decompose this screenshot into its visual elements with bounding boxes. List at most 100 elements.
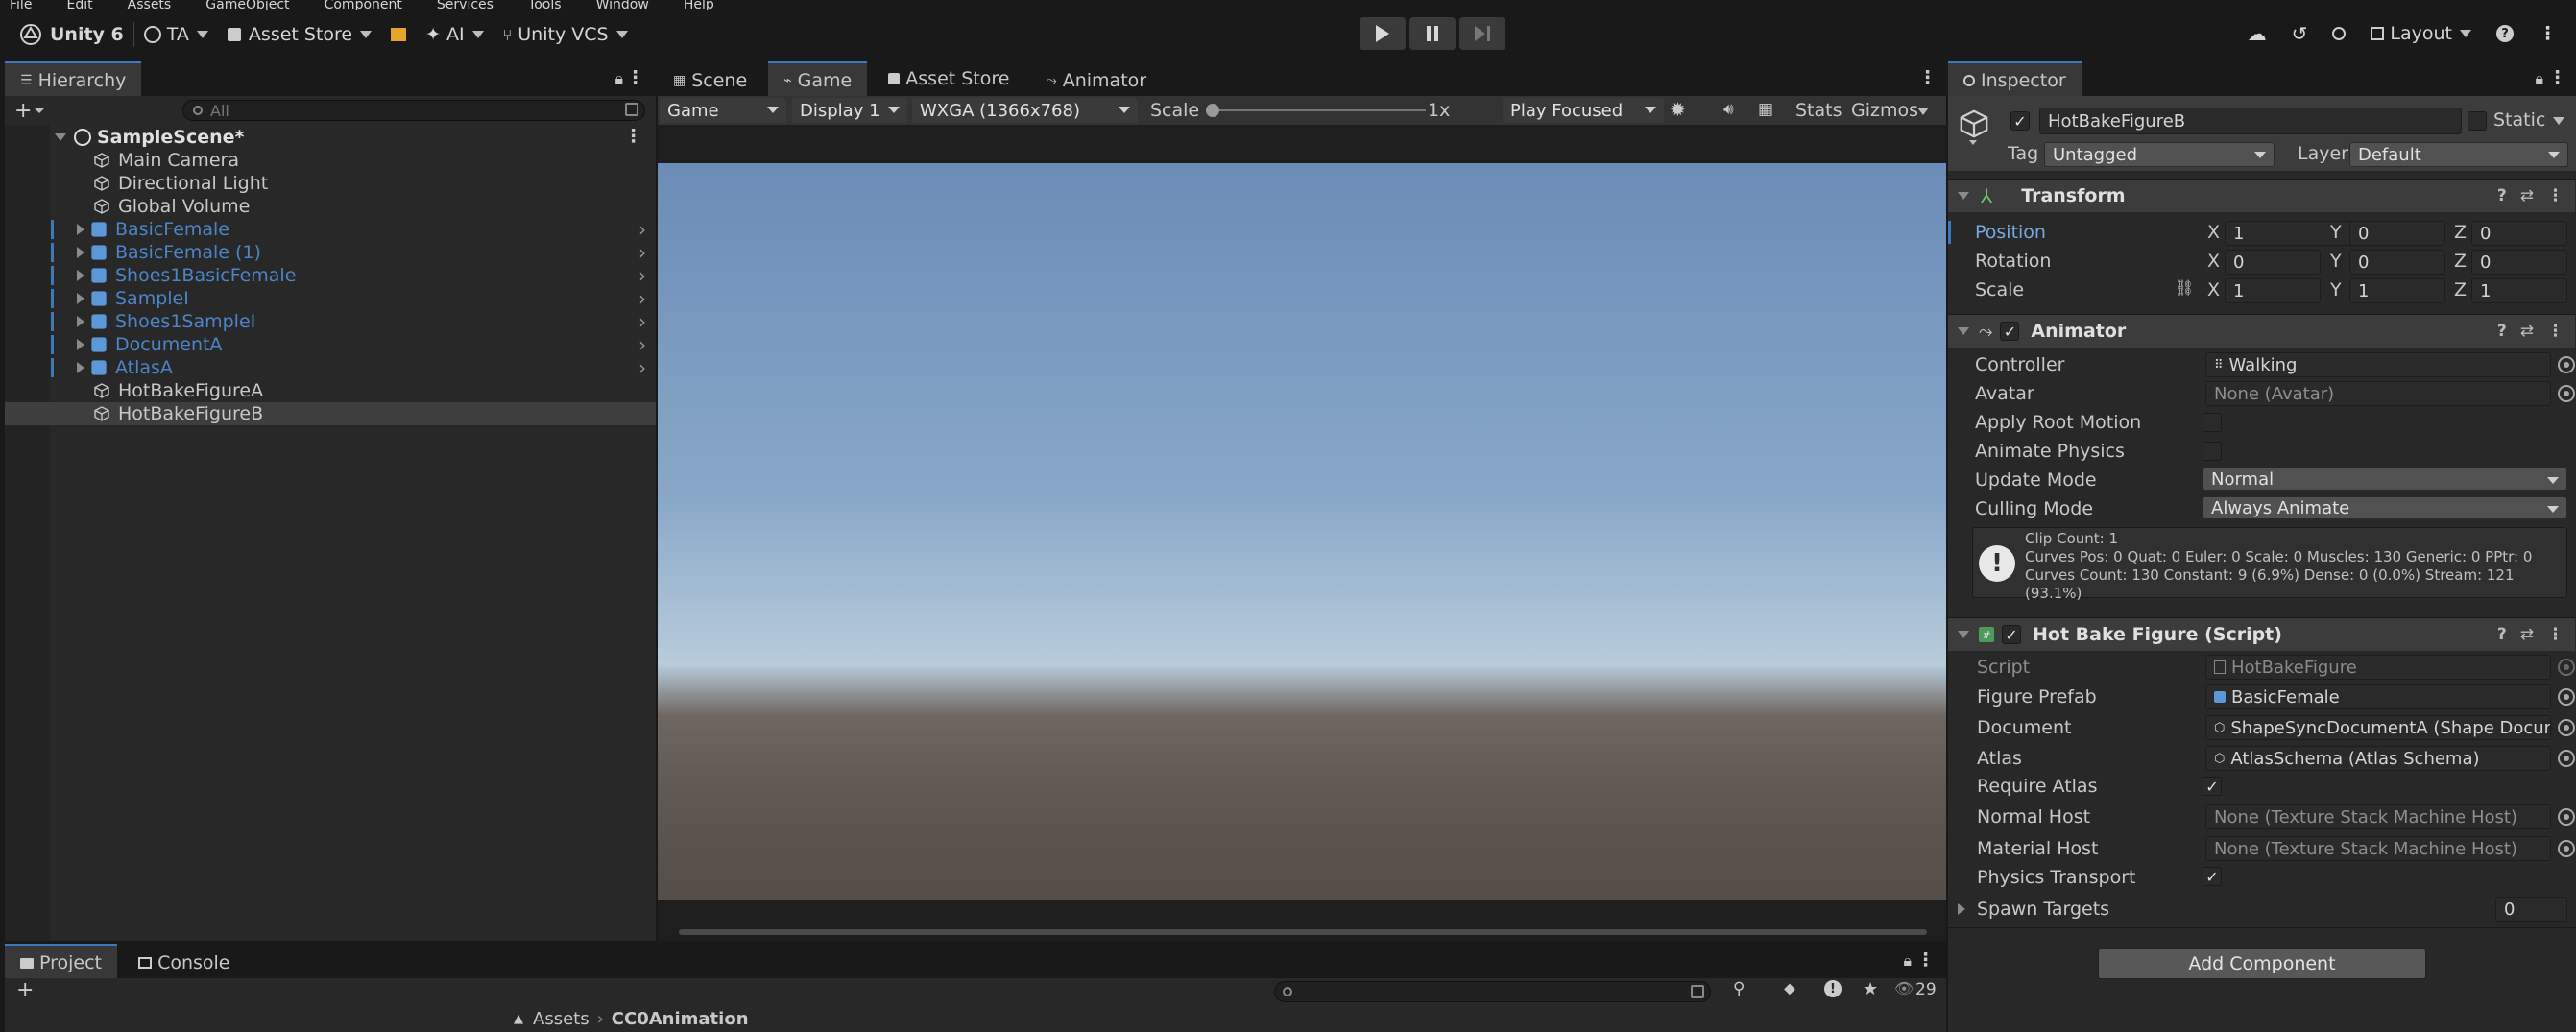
hierarchy-prefab-item[interactable]: DocumentA › [5, 333, 656, 356]
position-x-field[interactable]: 1 [2225, 221, 2367, 246]
normal-host-field[interactable]: None (Texture Stack Machine Host) [2205, 804, 2551, 829]
link-icon[interactable]: ⛓︎ [2175, 278, 2194, 297]
object-picker-icon[interactable] [2558, 385, 2575, 402]
hierarchy-search-input[interactable]: All [182, 100, 645, 121]
tab-hierarchy[interactable]: ☰ Hierarchy [5, 61, 142, 98]
hierarchy-prefab-item[interactable]: Shoes1SampleI › [5, 310, 656, 333]
menu-help[interactable]: Help [684, 0, 714, 10]
menu-assets[interactable]: Assets [128, 0, 172, 10]
unity-version-button[interactable]: Unity 6 [10, 18, 133, 51]
preset-icon[interactable]: ⇄ [2520, 186, 2534, 205]
stats-button[interactable]: Stats [1795, 100, 1842, 121]
expand-arrow-icon[interactable] [77, 339, 84, 350]
expand-arrow-icon[interactable] [77, 362, 84, 373]
apply-root-motion-checkbox[interactable] [2203, 413, 2222, 432]
tab-project[interactable]: Project [5, 944, 118, 980]
add-icon[interactable]: + [14, 99, 32, 123]
chevron-right-icon[interactable]: › [638, 356, 646, 379]
expand-arrow-icon[interactable] [77, 247, 84, 258]
tab-asset-store[interactable]: Asset Store [873, 61, 1024, 96]
tab-game[interactable]: ⌁ Game [768, 61, 868, 98]
expand-arrow-icon[interactable] [77, 224, 84, 235]
material-host-field[interactable]: None (Texture Stack Machine Host) [2205, 836, 2551, 861]
filter-by-type-icon[interactable]: ⚲ [1733, 979, 1745, 998]
label-icon[interactable]: ⬥ [1784, 979, 1795, 998]
menu-tools[interactable]: Tools [528, 0, 562, 10]
position-z-field[interactable]: 0 [2471, 221, 2567, 246]
hot-bake-figure-header[interactable]: # ✓ Hot Bake Figure (Script) ? ⇄ ⋮ [1948, 617, 2575, 651]
component-menu-icon[interactable]: ⋮ [2547, 186, 2564, 205]
menu-gameobject[interactable]: GameObject [205, 0, 289, 10]
menu-window[interactable]: Window [596, 0, 649, 10]
controller-field[interactable]: ⠿ Walking [2205, 352, 2551, 377]
menu-edit[interactable]: Edit [66, 0, 92, 10]
hierarchy-prefab-item[interactable]: BasicFemale (1) › [5, 241, 656, 264]
play-mode-dropdown[interactable]: Play Focused [1503, 98, 1664, 123]
static-dropdown-icon[interactable] [2553, 117, 2564, 125]
icon-picker-chevron-icon[interactable] [1969, 140, 1977, 145]
panel-menu-icon[interactable]: ⋮ [626, 67, 644, 88]
animate-physics-checkbox[interactable] [2203, 442, 2222, 461]
scale-slider-handle[interactable] [1206, 104, 1219, 117]
chevron-right-icon[interactable]: › [638, 264, 646, 287]
rotation-x-field[interactable]: 0 [2225, 250, 2321, 275]
object-picker-icon[interactable] [2558, 688, 2575, 706]
expand-arrow-icon[interactable] [77, 293, 84, 304]
chevron-right-icon[interactable]: › [638, 218, 646, 241]
panel-menu-icon[interactable]: ⋮ [1918, 67, 1937, 88]
menu-component[interactable]: Component [325, 0, 402, 10]
breadcrumb-current[interactable]: CC0Animation [612, 1009, 749, 1029]
help-icon[interactable]: ? [2497, 322, 2507, 341]
scale-z-field[interactable]: 1 [2471, 278, 2567, 303]
require-atlas-checkbox[interactable]: ✓ [2203, 777, 2222, 796]
animator-enabled-checkbox[interactable]: ✓ [2000, 322, 2020, 341]
tab-animator[interactable]: ⤳ Animator [1031, 63, 1163, 98]
breadcrumb-assets[interactable]: Assets [533, 1009, 590, 1029]
chevron-right-icon[interactable]: › [638, 333, 646, 356]
hierarchy-item-selected[interactable]: HotBakeFigureB [5, 402, 656, 425]
help-button[interactable]: ? [2487, 17, 2523, 50]
scroll-up-icon[interactable]: ▲ [514, 1012, 523, 1026]
hierarchy-prefab-item[interactable]: AtlasA › [5, 356, 656, 379]
chevron-down-icon[interactable] [1917, 108, 1929, 115]
expand-arrow-icon[interactable] [77, 316, 84, 327]
hierarchy-item[interactable]: Directional Light [5, 172, 656, 195]
chevron-right-icon[interactable]: › [638, 310, 646, 333]
search-filter-icon[interactable] [625, 103, 638, 116]
object-picker-icon[interactable] [2558, 750, 2575, 767]
culling-mode-dropdown[interactable]: Always Animate [2203, 496, 2567, 519]
chevron-right-icon[interactable]: › [638, 287, 646, 310]
audio-icon[interactable]: 🔊︎ [1723, 100, 1734, 119]
foldout-arrow-icon[interactable] [1958, 192, 1969, 200]
scale-x-field[interactable]: 1 [2225, 278, 2321, 303]
preset-icon[interactable]: ⇄ [2520, 625, 2534, 644]
lock-icon[interactable]: 🔒︎ [614, 69, 623, 88]
script-enabled-checkbox[interactable]: ✓ [2002, 625, 2021, 644]
spawn-targets-size-field[interactable]: 0 [2495, 897, 2567, 922]
resolution-dropdown[interactable]: WXGA (1366x768) [912, 98, 1138, 123]
tab-console[interactable]: Console [123, 946, 245, 980]
scale-slider-track[interactable] [1210, 109, 1426, 111]
gizmos-button[interactable]: Gizmos [1851, 100, 1918, 121]
expand-arrow-icon[interactable] [77, 270, 84, 281]
foldout-arrow-icon[interactable] [1958, 903, 1965, 915]
figure-prefab-field[interactable]: BasicFemale [2205, 684, 2551, 709]
menu-services[interactable]: Services [437, 0, 494, 10]
object-picker-icon[interactable] [2558, 356, 2575, 373]
foldout-arrow-icon[interactable] [1958, 631, 1969, 638]
preset-icon[interactable]: ⇄ [2520, 322, 2534, 341]
document-field[interactable]: ⬡ ShapeSyncDocumentA (Shape Docum [2205, 715, 2551, 740]
hierarchy-prefab-item[interactable]: Shoes1BasicFemale › [5, 264, 656, 287]
search-filter-icon[interactable] [1691, 985, 1704, 998]
project-search-input[interactable] [1274, 981, 1711, 1002]
rotation-y-field[interactable]: 0 [2349, 250, 2445, 275]
more-button[interactable]: ⋮ [2529, 17, 2566, 50]
tab-inspector[interactable]: Inspector [1948, 61, 2082, 98]
add-icon[interactable]: + [16, 978, 34, 1002]
vcs-button[interactable]: ⑂ Unity VCS [494, 18, 638, 51]
hierarchy-prefab-item[interactable]: SampleI › [5, 287, 656, 310]
package-button[interactable] [381, 18, 416, 51]
avatar-field[interactable]: None (Avatar) [2205, 381, 2551, 406]
chevron-right-icon[interactable]: › [638, 241, 646, 264]
atlas-field[interactable]: ⬡ AtlasSchema (Atlas Schema) [2205, 746, 2551, 771]
